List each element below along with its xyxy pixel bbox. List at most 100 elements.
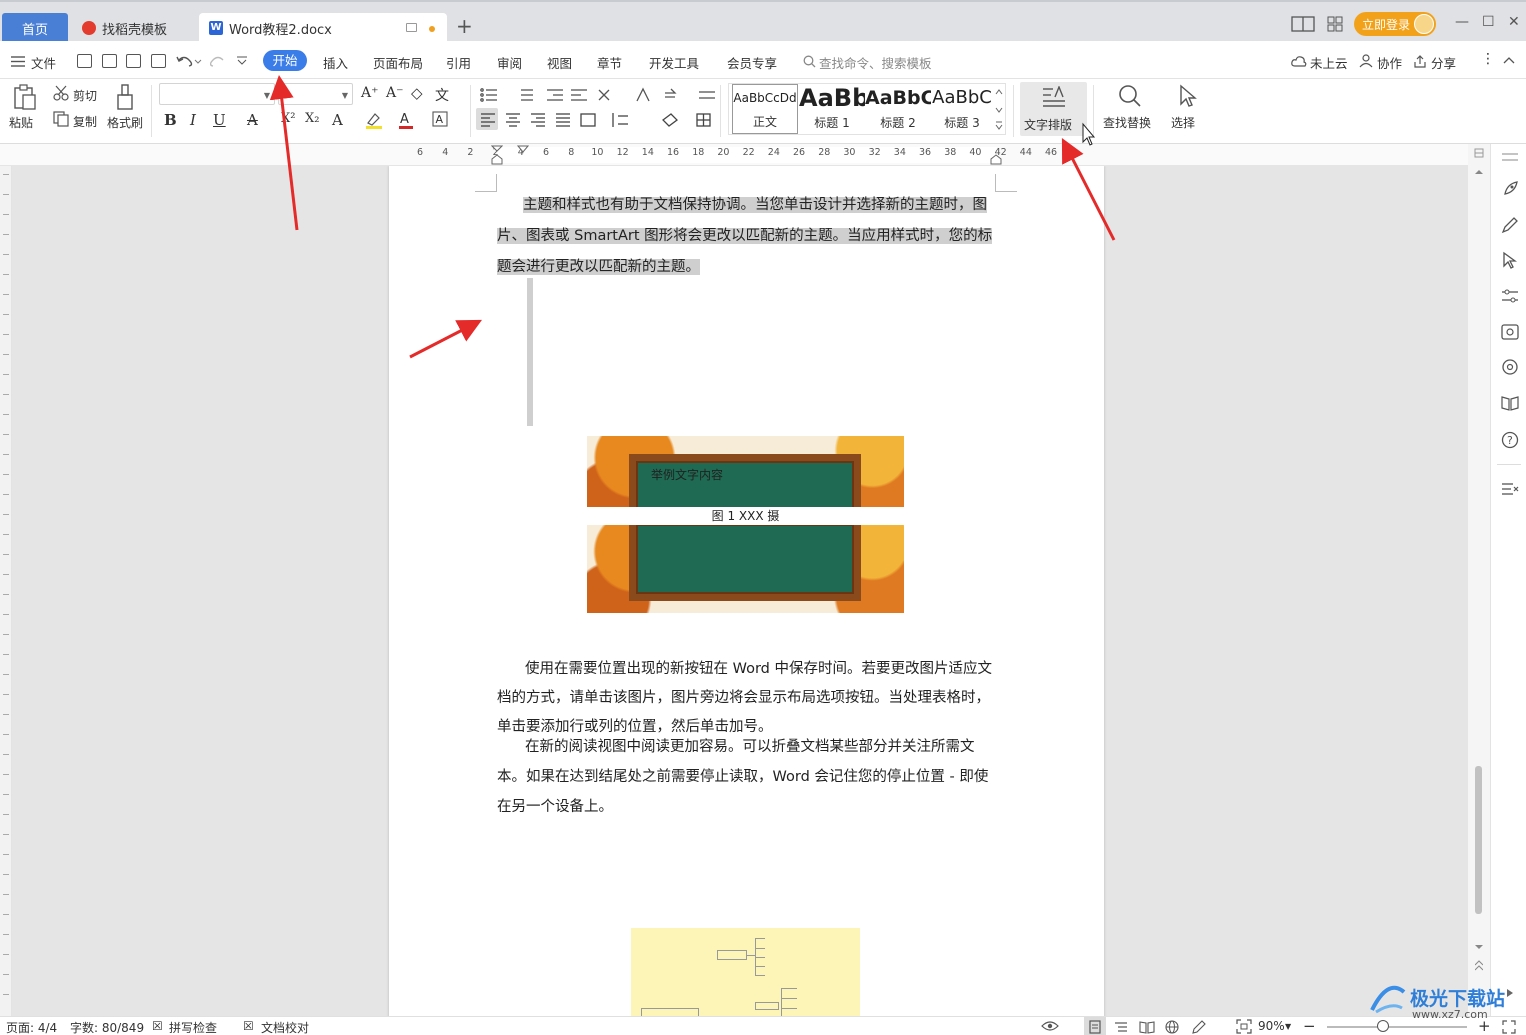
sidebar-menu-icon[interactable]	[1502, 152, 1518, 162]
style-scroll-icon[interactable]	[995, 88, 1003, 132]
write-mode-icon[interactable]	[1191, 1020, 1207, 1034]
find-replace-button[interactable]: 查找替换	[1103, 114, 1151, 131]
menu-section[interactable]: 章节	[597, 53, 622, 72]
reading-view-icon[interactable]	[1139, 1020, 1155, 1034]
vertical-ruler[interactable]	[0, 166, 12, 1016]
book-icon[interactable]	[1501, 395, 1519, 411]
web-view-icon[interactable]	[1165, 1020, 1179, 1034]
italic-icon[interactable]: I	[190, 111, 196, 129]
scroll-down-icon[interactable]	[1475, 944, 1483, 950]
style-heading2[interactable]: AaBbC 标题 2	[865, 84, 931, 134]
word-count[interactable]: 字数: 80/849	[70, 1019, 144, 1035]
find-replace-icon[interactable]	[1118, 84, 1142, 108]
mind-map-image[interactable]	[631, 928, 860, 1016]
menu-view[interactable]: 视图	[547, 53, 572, 72]
cursor-icon[interactable]	[1502, 251, 1518, 269]
login-button[interactable]: 立即登录	[1354, 12, 1436, 36]
menu-member[interactable]: 会员专享	[727, 53, 777, 72]
grow-font-icon[interactable]: A⁺	[361, 85, 379, 101]
superscript-icon[interactable]: X²	[281, 111, 295, 126]
text-style-tool-icon[interactable]	[1501, 481, 1519, 497]
tab-home[interactable]: 首页	[2, 13, 68, 43]
style-heading1[interactable]: AaBb 标题 1	[799, 84, 865, 134]
scroll-thumb[interactable]	[1475, 766, 1482, 914]
fullscreen-icon[interactable]	[1502, 1020, 1516, 1034]
horizontal-ruler[interactable]: 6 4 2 2 4 6 8 10 12 14 16 18 20 22 24 26 28 30 32 34 36 38 40 4…	[0, 144, 1468, 166]
paragraph-3[interactable]: 在新的阅读视图中阅读更加容易。可以折叠文档某些部分并关注所需文本。如果在达到结尾…	[497, 732, 997, 822]
selected-text[interactable]: 主题和样式也有助于文档保持协调。当您单击设计并选择新的主题时，图片、图表或 Sm…	[497, 197, 993, 275]
page-indicator[interactable]: 页面: 4/4	[6, 1019, 57, 1035]
subscript-icon[interactable]: X₂	[305, 111, 319, 126]
zoom-dropdown-icon[interactable]: ▼	[1285, 1022, 1291, 1031]
image-autumn-bottom[interactable]	[587, 525, 904, 613]
cloud-status[interactable]: 未上云	[1310, 53, 1348, 72]
font-size-select[interactable]: ▼	[278, 83, 353, 105]
paragraph-tools-row[interactable]	[479, 87, 719, 103]
export-pdf-icon[interactable]	[102, 54, 117, 68]
customize-toolbar-icon[interactable]	[236, 56, 248, 66]
figure-caption[interactable]: 图 1 XXX 摄	[587, 507, 904, 525]
hamburger-icon[interactable]	[11, 56, 25, 67]
pinyin-icon[interactable]: 文	[435, 85, 449, 105]
format-painter-button[interactable]: 格式刷	[107, 114, 143, 131]
font-family-select[interactable]: ▼	[159, 83, 275, 105]
select-pointer-icon[interactable]	[1178, 84, 1198, 108]
paste-icon[interactable]	[13, 84, 37, 110]
copy-button[interactable]: 复制	[73, 113, 97, 130]
alignment-tools-row[interactable]	[479, 112, 719, 128]
tab-document[interactable]: W Word教程2.docx	[199, 13, 447, 43]
menu-references[interactable]: 引用	[446, 53, 471, 72]
more-menu-icon[interactable]: ⋮	[1481, 51, 1495, 67]
zoom-slider[interactable]	[1327, 1026, 1467, 1028]
first-line-indent-icon[interactable]	[491, 144, 503, 166]
monitor-icon[interactable]	[406, 23, 417, 32]
menu-developer[interactable]: 开发工具	[649, 53, 699, 72]
text-effect-icon[interactable]: A	[332, 111, 343, 129]
paste-button[interactable]: 粘贴	[9, 114, 33, 131]
save-icon[interactable]	[77, 54, 92, 68]
menu-start[interactable]: 开始	[263, 50, 307, 71]
document-area[interactable]: 主题和样式也有助于文档保持协调。当您单击设计并选择新的主题时，图片、图表或 Sm…	[12, 166, 1468, 1016]
document-page[interactable]: 主题和样式也有助于文档保持协调。当您单击设计并选择新的主题时，图片、图表或 Sm…	[389, 166, 1104, 1016]
underline-icon[interactable]: U	[213, 111, 226, 129]
settings-sliders-icon[interactable]	[1501, 288, 1519, 304]
format-painter-icon[interactable]	[115, 83, 135, 111]
right-indent-icon[interactable]	[990, 144, 1002, 166]
new-tab-button[interactable]: +	[456, 16, 473, 36]
close-button[interactable]: ✕	[1508, 14, 1520, 30]
cut-button[interactable]: 剪切	[73, 87, 97, 104]
fit-page-icon[interactable]	[1236, 1019, 1252, 1034]
eye-protect-icon[interactable]	[1041, 1020, 1059, 1032]
pen-icon[interactable]	[1501, 216, 1519, 234]
zoom-level[interactable]: 90%	[1258, 1019, 1285, 1033]
collapse-ribbon-icon[interactable]	[1503, 56, 1515, 64]
location-icon[interactable]	[1501, 358, 1519, 376]
help-icon[interactable]: ?	[1501, 431, 1519, 449]
style-normal[interactable]: AaBbCcDd 正文	[732, 84, 798, 134]
redo-icon[interactable]	[210, 54, 226, 68]
menu-page-layout[interactable]: 页面布局	[373, 53, 423, 72]
spell-check-icon[interactable]: ☒	[152, 1019, 163, 1033]
bold-icon[interactable]: B	[164, 111, 177, 129]
paragraph-selected[interactable]: 主题和样式也有助于文档保持协调。当您单击设计并选择新的主题时，图片、图表或 Sm…	[497, 190, 997, 283]
shrink-font-icon[interactable]: A⁻	[386, 85, 404, 101]
zoom-out-button[interactable]: −	[1303, 1017, 1316, 1035]
tab-template[interactable]: 找稻壳模板	[72, 13, 196, 43]
rocket-icon[interactable]	[1501, 180, 1519, 198]
print-preview-icon[interactable]	[151, 54, 166, 68]
proofread-icon[interactable]: ☒	[243, 1019, 254, 1033]
menu-insert[interactable]: 插入	[323, 53, 348, 72]
char-border-icon[interactable]: A	[432, 111, 448, 127]
prev-page-icon[interactable]	[1475, 960, 1483, 972]
vertical-scrollbar[interactable]	[1468, 144, 1490, 1016]
command-search-input[interactable]: 查找命令、搜索模板	[819, 53, 932, 72]
menu-review[interactable]: 审阅	[497, 53, 522, 72]
hanging-indent-icon[interactable]	[517, 144, 529, 154]
image-tool-icon[interactable]	[1501, 323, 1519, 341]
clear-format-icon[interactable]: ◇	[411, 84, 423, 102]
style-heading3[interactable]: AaBbC 标题 3	[929, 84, 995, 134]
strikethrough-icon[interactable]: A	[247, 111, 258, 129]
minimize-button[interactable]: —	[1455, 14, 1469, 30]
image-autumn-top[interactable]: 举例文字内容	[587, 436, 904, 508]
grid-apps-icon[interactable]	[1326, 14, 1344, 34]
